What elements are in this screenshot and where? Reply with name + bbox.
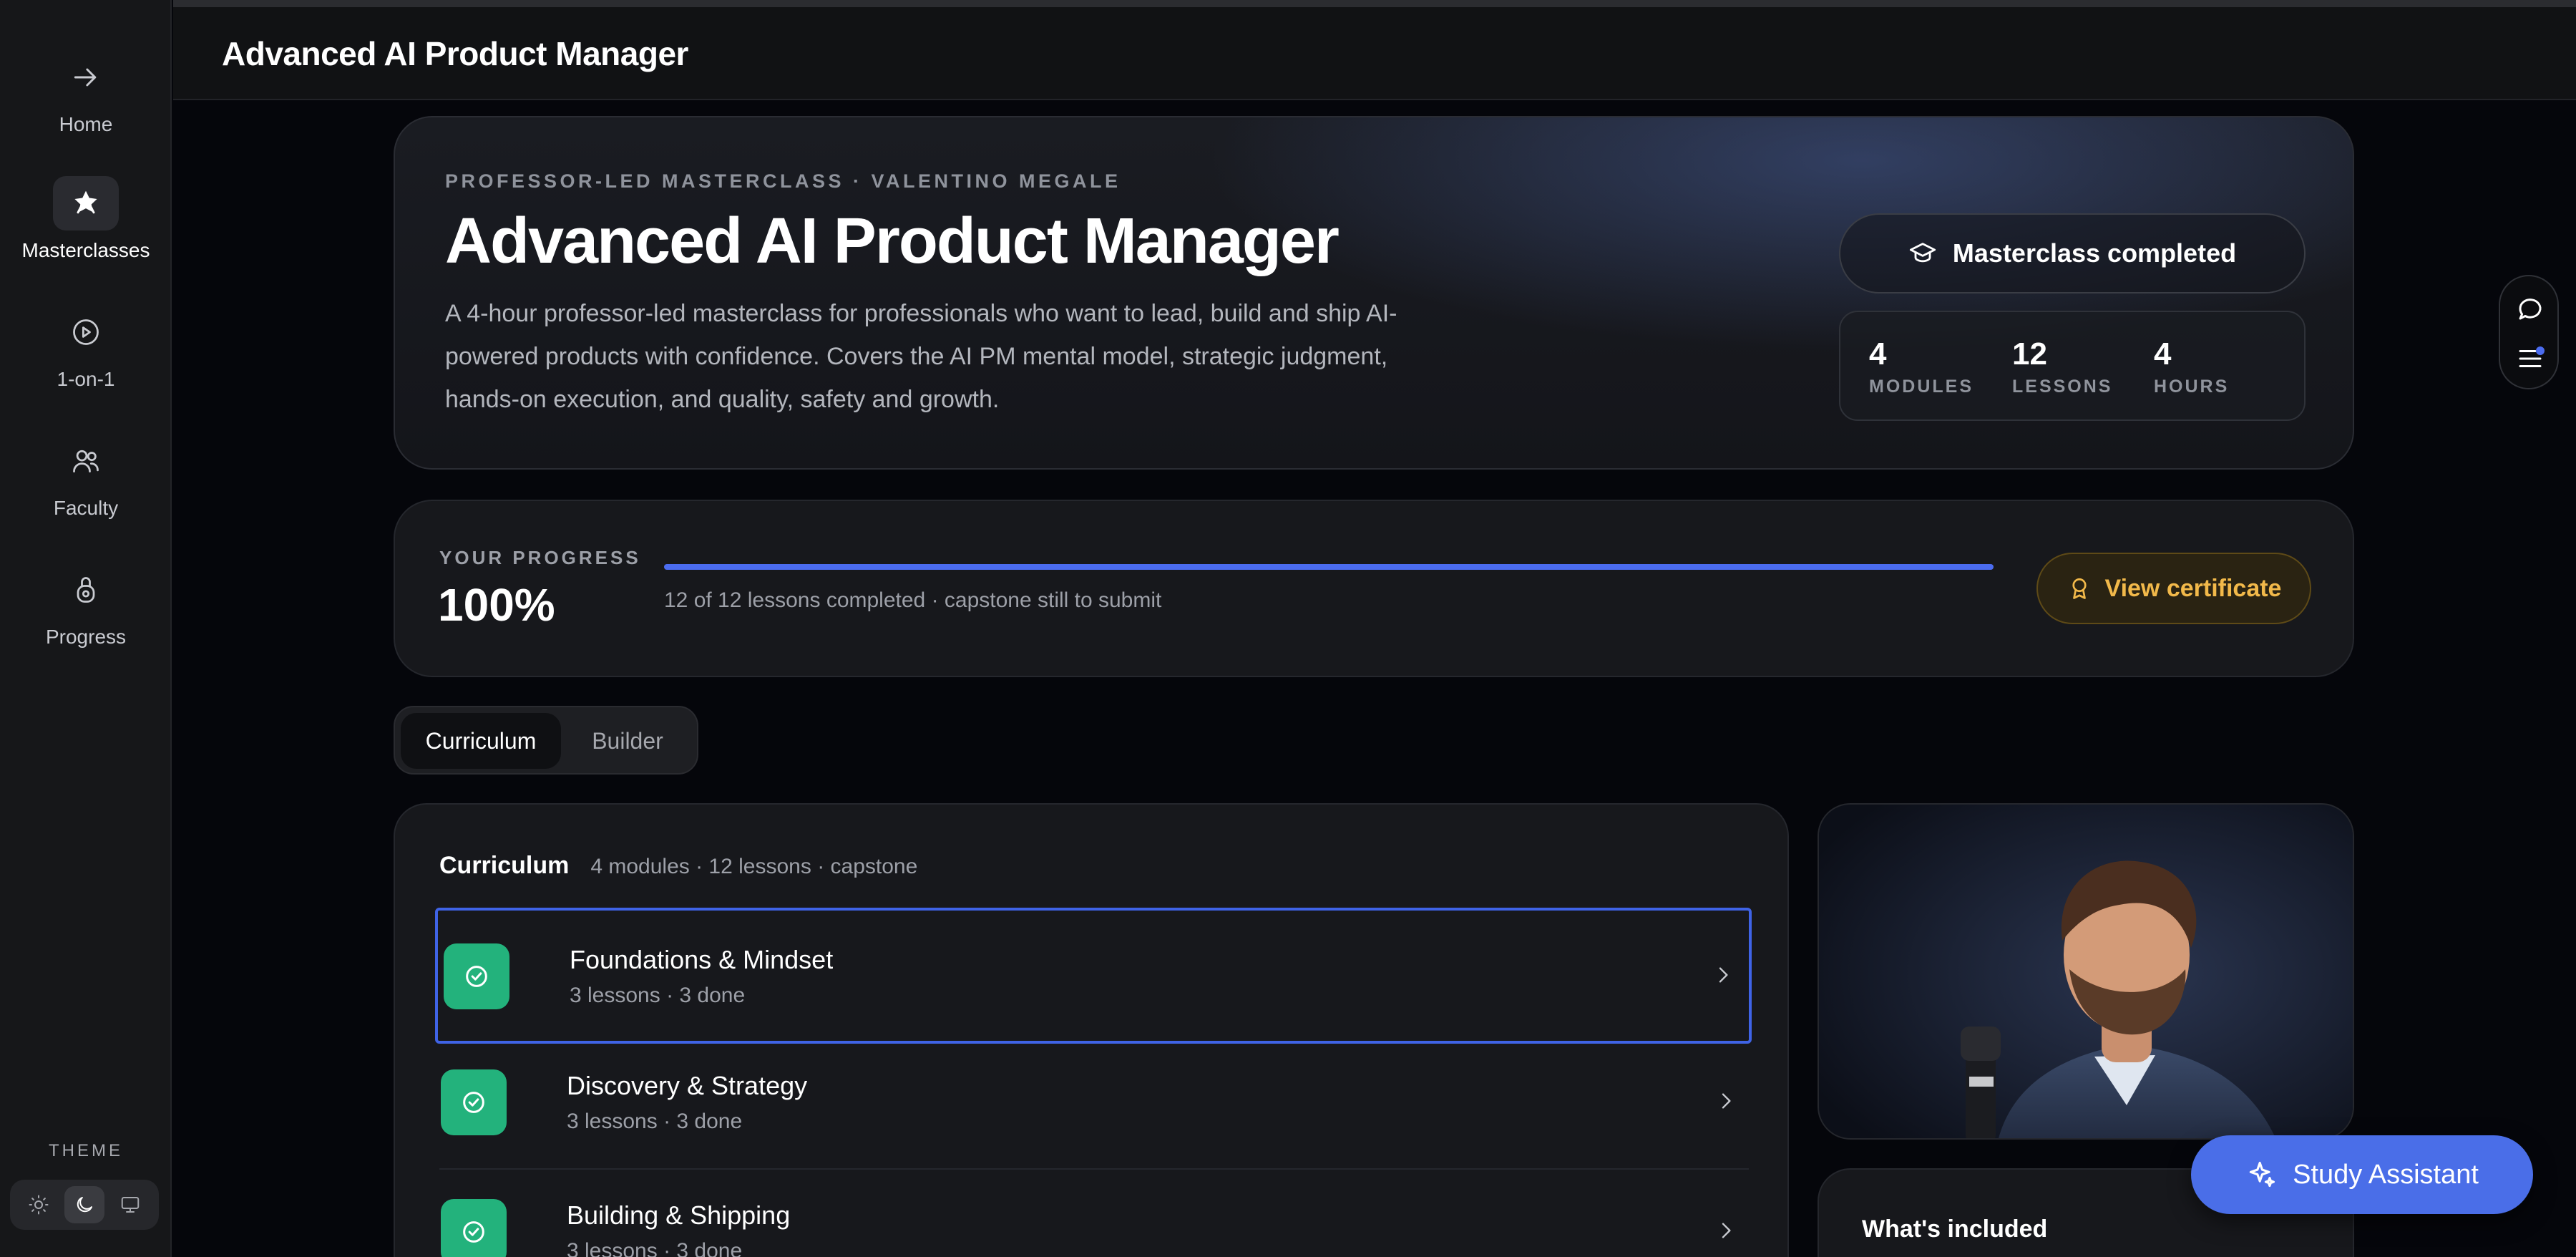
- stat-value: 12: [2012, 336, 2047, 372]
- progress-card: YOUR PROGRESS 100% 12 of 12 lessons comp…: [394, 500, 2354, 677]
- star-badge-icon: [53, 176, 119, 230]
- progress-bar-fill: [664, 564, 1994, 570]
- hero-eyebrow: PROFESSOR-LED MASTERCLASS · VALENTINO ME…: [445, 170, 1121, 192]
- notification-dot: [2536, 346, 2545, 355]
- sidebar-item-label: Faculty: [53, 497, 119, 519]
- page-title: Advanced AI Product Manager: [222, 35, 688, 72]
- sidebar-item-faculty[interactable]: Faculty: [0, 434, 172, 520]
- study-assistant-button[interactable]: Study Assistant: [2191, 1135, 2533, 1214]
- sidebar-item-1on1[interactable]: 1-on-1: [0, 305, 172, 391]
- module-name: Discovery & Strategy: [567, 1071, 808, 1100]
- module-sub: 3 lessons · 3 done: [570, 984, 746, 1007]
- chevron-right-icon: [1722, 1093, 1731, 1109]
- module-row[interactable]: Foundations & Mindset 3 lessons · 3 done: [435, 908, 1752, 1044]
- view-tabs: Curriculum Builder: [394, 706, 698, 775]
- stat-label: LESSONS: [2012, 377, 2113, 397]
- sidebar-item-home[interactable]: Home: [0, 50, 172, 136]
- graduation-cap-icon: [1909, 243, 1936, 263]
- menu-list-button[interactable]: [2500, 334, 2560, 384]
- sun-icon: [29, 1195, 49, 1215]
- chevron-right-icon: [1722, 1223, 1731, 1238]
- chat-bubble-icon: [2519, 299, 2542, 320]
- theme-system-button[interactable]: [110, 1186, 150, 1223]
- theme-light-button[interactable]: [19, 1186, 59, 1223]
- users-icon: [53, 434, 119, 488]
- study-assistant-label: Study Assistant: [2293, 1159, 2479, 1190]
- instructor-photo: [1819, 805, 2353, 1138]
- view-certificate-label: View certificate: [2104, 574, 2282, 602]
- sidebar-item-progress[interactable]: Progress: [0, 563, 172, 649]
- status-badge: Masterclass completed: [1839, 213, 2306, 293]
- hero-title: Advanced AI Product Manager: [445, 205, 1340, 277]
- award-ribbon-icon: [2072, 578, 2087, 599]
- theme-toggle: [10, 1180, 159, 1230]
- sidebar-item-label: Home: [59, 113, 113, 135]
- tab-curriculum[interactable]: Curriculum: [401, 713, 561, 769]
- sidebar-item-label: Progress: [45, 626, 127, 648]
- curriculum-title: Curriculum: [439, 852, 570, 879]
- module-row[interactable]: Building & Shipping 3 lessons · 3 done: [435, 1166, 1752, 1257]
- chat-bubble-button[interactable]: [2500, 283, 2560, 334]
- curriculum-header: Curriculum 4 modules · 12 lessons · caps…: [439, 852, 917, 880]
- stat-value: 4: [2154, 336, 2172, 372]
- module-row[interactable]: Discovery & Strategy 3 lessons · 3 done: [435, 1037, 1752, 1173]
- whats-included-title: What's included: [1862, 1215, 2048, 1243]
- theme-dark-button[interactable]: [64, 1186, 104, 1223]
- sidebar-item-masterclasses[interactable]: Masterclasses: [0, 176, 172, 262]
- monitor-icon: [121, 1197, 140, 1213]
- stats-box: 4 MODULES 12 LESSONS 4 HOURS: [1839, 311, 2306, 421]
- chevron-right-icon: [1719, 967, 1728, 983]
- top-bar: Advanced AI Product Manager: [173, 0, 2576, 100]
- module-name: Building & Shipping: [567, 1200, 791, 1230]
- stat-modules: 4 MODULES: [1869, 336, 1974, 397]
- play-circle-icon: [53, 305, 119, 359]
- check-circle-icon: [444, 943, 509, 1009]
- curriculum-panel: Curriculum 4 modules · 12 lessons · caps…: [394, 803, 1789, 1257]
- theme-title: THEME: [49, 1141, 123, 1160]
- check-circle-icon: [441, 1069, 507, 1135]
- status-badge-label: Masterclass completed: [1952, 238, 2237, 268]
- progress-bar: [664, 564, 1994, 570]
- progress-percent: 100%: [438, 579, 555, 631]
- stat-label: MODULES: [1869, 377, 1974, 397]
- faculty-photo-card: [1818, 803, 2354, 1140]
- tab-builder[interactable]: Builder: [564, 713, 691, 769]
- floating-toolbar: [2499, 275, 2559, 389]
- target-lock-icon: [53, 563, 119, 617]
- module-sub: 3 lessons · 3 done: [567, 1110, 743, 1133]
- curriculum-meta: 4 modules · 12 lessons · capstone: [590, 855, 918, 878]
- module-sub: 3 lessons · 3 done: [567, 1239, 743, 1257]
- progress-label: YOUR PROGRESS: [439, 547, 641, 568]
- view-certificate-button[interactable]: View certificate: [2036, 553, 2311, 624]
- check-circle-icon: [441, 1199, 507, 1257]
- hero-card: PROFESSOR-LED MASTERCLASS · VALENTINO ME…: [394, 116, 2354, 470]
- sidebar: Home Masterclasses 1-on-1 Faculty Progre…: [0, 0, 172, 1257]
- moon-icon: [77, 1197, 92, 1213]
- progress-summary: 12 of 12 lessons completed · capstone st…: [664, 588, 1162, 612]
- module-name: Foundations & Mindset: [570, 945, 834, 974]
- hero-description: A 4-hour professor-led masterclass for p…: [445, 300, 1397, 413]
- stat-value: 4: [1869, 336, 1887, 372]
- sparkles-icon: [2249, 1161, 2275, 1188]
- sidebar-item-label: 1-on-1: [57, 368, 115, 390]
- arrow-right-icon: [53, 50, 119, 105]
- stat-lessons: 12 LESSONS: [2012, 336, 2112, 397]
- sidebar-item-label: Masterclasses: [21, 239, 150, 261]
- stat-label: HOURS: [2154, 377, 2230, 397]
- stat-hours: 4 HOURS: [2154, 336, 2229, 397]
